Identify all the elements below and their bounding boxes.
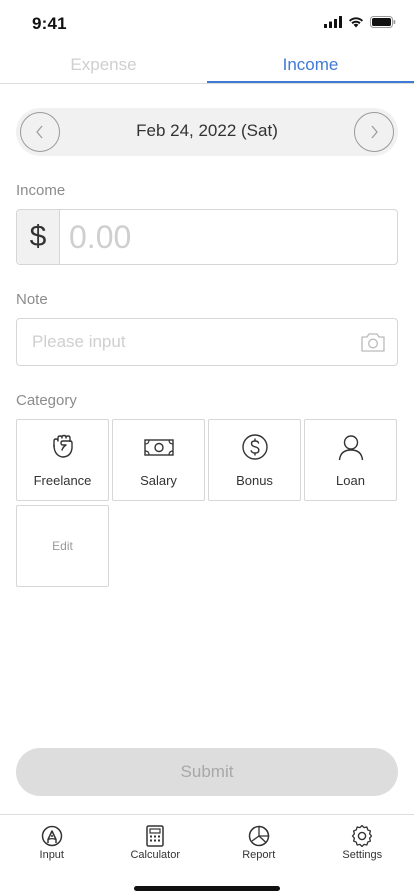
fist-icon [52,434,73,458]
income-amount-field: $ [16,209,398,265]
next-date-button[interactable] [354,112,394,152]
income-amount-input[interactable] [69,210,389,264]
category-bonus[interactable]: Bonus [208,419,301,501]
calculator-icon [146,825,164,847]
bottom-nav: Input Calculator Report Settings [0,814,414,874]
tab-expense[interactable]: Expense [0,48,207,83]
home-indicator [134,886,280,891]
tab-income[interactable]: Income [207,48,414,83]
category-edit-label: Edit [52,539,73,553]
camera-icon[interactable] [360,330,386,354]
note-input[interactable] [32,319,352,365]
category-edit-button[interactable]: Edit [16,505,109,587]
pie-chart-icon [248,825,269,847]
banknote-icon [143,439,174,456]
status-icons [324,16,396,28]
currency-symbol: $ [17,210,60,264]
nav-label-calculator: Calculator [130,849,181,861]
nav-item-input[interactable]: Input [0,815,104,874]
selected-date[interactable]: Feb 24, 2022 (Sat) [16,121,398,141]
category-loan[interactable]: Loan [304,419,397,501]
wifi-icon [349,17,363,28]
income-label: Income [16,182,66,199]
nav-label-input: Input [39,849,64,861]
signal-icon [324,16,342,28]
nav-label-report: Report [242,849,276,861]
submit-button[interactable]: Submit [16,748,398,796]
chevron-right-icon [371,125,378,139]
date-selector: Feb 24, 2022 (Sat) [16,108,398,156]
category-label: Category [16,392,77,409]
nav-item-calculator[interactable]: Calculator [104,815,208,874]
category-label-salary: Salary [140,473,177,488]
status-time: 9:41 [32,14,67,33]
status-bar: 9:41 [0,0,414,48]
person-icon [338,435,363,461]
type-tabs: Expense Income [0,48,414,84]
category-label-freelance: Freelance [33,473,92,488]
category-label-loan: Loan [336,473,365,488]
nav-item-settings[interactable]: Settings [311,815,414,874]
battery-icon [370,16,396,28]
dollar-coin-icon [241,434,268,460]
nav-item-report[interactable]: Report [207,815,311,874]
nav-label-settings: Settings [342,849,383,861]
note-field [16,318,398,366]
pen-circle-icon [41,825,62,847]
category-freelance[interactable]: Freelance [16,419,109,501]
category-salary[interactable]: Salary [112,419,205,501]
category-label-bonus: Bonus [236,473,273,488]
note-label: Note [16,291,48,308]
gear-icon [352,825,373,847]
